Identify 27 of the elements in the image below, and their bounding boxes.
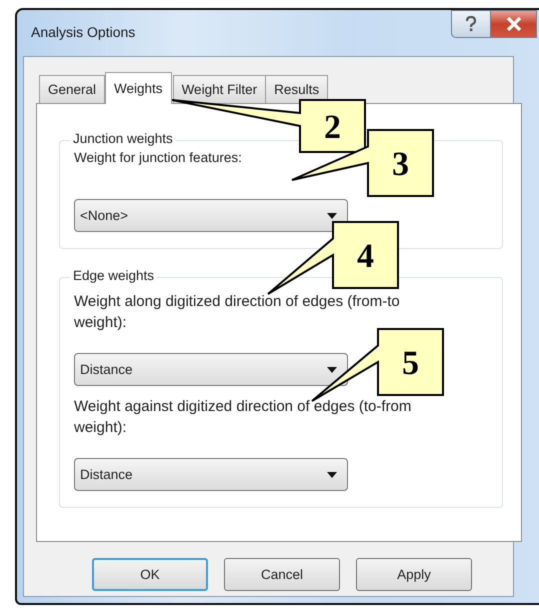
dialog-button[interactable]: OK <box>92 558 208 591</box>
field-label: Weight against digitized direction of edges (to-from weight): <box>74 397 412 438</box>
callout-number: 2 <box>324 109 341 146</box>
callout-number: 3 <box>392 146 409 183</box>
field-label: Weight along digitized direction of edges (from-to weight): <box>74 292 401 333</box>
help-icon <box>464 16 478 32</box>
group-title: Junction weights <box>70 131 176 146</box>
caret-icon <box>327 472 337 478</box>
dropdown[interactable]: Distance <box>74 458 348 491</box>
field-label: Weight for junction features: <box>74 150 242 165</box>
dialog-button[interactable]: Apply <box>356 558 472 591</box>
caret-icon <box>327 212 337 218</box>
dropdown[interactable]: Distance <box>74 353 348 386</box>
tab[interactable]: General <box>39 75 106 103</box>
tab[interactable]: Results <box>265 75 328 103</box>
dialog-button[interactable]: Cancel <box>224 558 340 591</box>
help-button[interactable] <box>451 10 491 38</box>
callout-number: 4 <box>357 238 374 275</box>
window-title: Analysis Options <box>31 24 136 40</box>
tab[interactable]: Weights <box>105 72 172 104</box>
close-button[interactable] <box>491 10 537 38</box>
callout-number: 5 <box>402 345 419 382</box>
dropdown[interactable]: <None> <box>74 199 348 232</box>
caret-icon <box>327 366 337 372</box>
tab[interactable]: Weight Filter <box>172 75 266 103</box>
close-icon <box>506 17 522 31</box>
group-title: Edge weights <box>70 268 158 283</box>
